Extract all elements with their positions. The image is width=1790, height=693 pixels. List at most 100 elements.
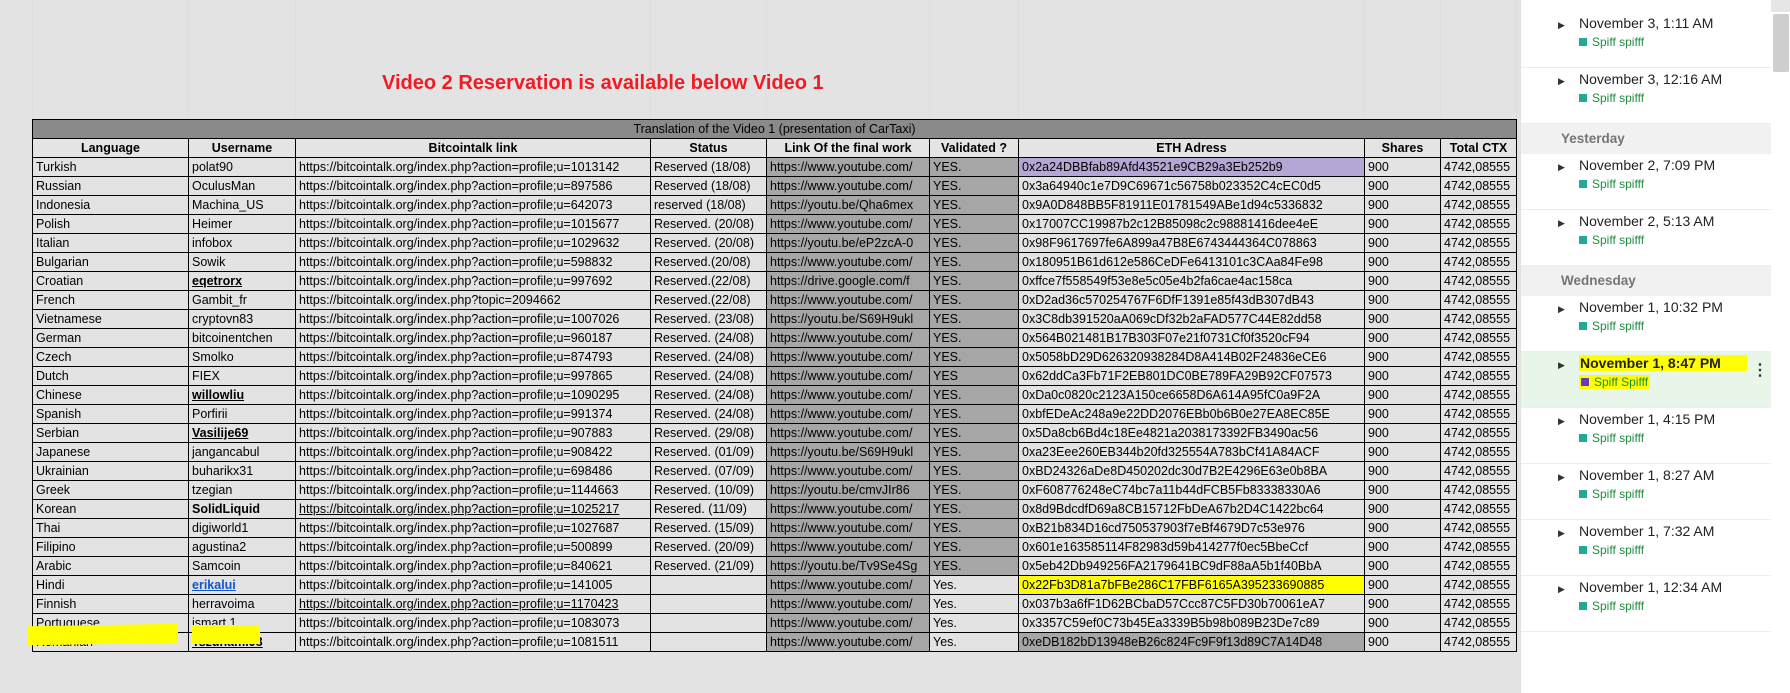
cell-username[interactable]: Porfirii (188, 404, 296, 424)
history-entry[interactable]: ▶ November 3, 1:11 AM Spiff spifff (1521, 12, 1771, 68)
header-final-link[interactable]: Link Of the final work (766, 138, 930, 158)
cell-status[interactable]: Reserved. (23/08) (650, 309, 767, 329)
cell-shares[interactable]: 900 (1364, 499, 1441, 519)
triangle-right-icon[interactable]: ▶ (1558, 528, 1565, 539)
cell-validated[interactable]: YES. (929, 518, 1019, 538)
history-entry[interactable]: ▶ November 3, 12:16 AM Spiff spifff (1521, 68, 1771, 124)
cell-username[interactable]: Gambit_fr (188, 290, 296, 310)
cell-bitcointalk-link[interactable]: https://bitcointalk.org/index.php?action… (295, 499, 651, 519)
triangle-right-icon[interactable]: ▶ (1558, 20, 1565, 31)
cell-username[interactable]: Machina_US (188, 195, 296, 215)
cell-language[interactable]: Czech (32, 347, 189, 367)
cell-validated[interactable]: YES. (929, 195, 1019, 215)
cell-total-ctx[interactable]: 4742,08555 (1440, 290, 1517, 310)
cell-bitcointalk-link[interactable]: https://bitcointalk.org/index.php?action… (295, 385, 651, 405)
cell-status[interactable]: reserved (18/08) (650, 195, 767, 215)
cell-status[interactable]: Reserved (18/08) (650, 157, 767, 177)
triangle-right-icon[interactable]: ▶ (1558, 304, 1565, 315)
cell-total-ctx[interactable]: 4742,08555 (1440, 594, 1517, 614)
cell-shares[interactable]: 900 (1364, 480, 1441, 500)
cell-final-link[interactable]: https://www.youtube.com/ (766, 613, 930, 633)
cell-total-ctx[interactable]: 4742,08555 (1440, 252, 1517, 272)
cell-eth-address[interactable]: 0x180951B61d612e586CeDFe6413101c3CAa84Fe… (1018, 252, 1365, 272)
cell-total-ctx[interactable]: 4742,08555 (1440, 309, 1517, 329)
cell-language[interactable]: Japanese (32, 442, 189, 462)
cell-shares[interactable]: 900 (1364, 404, 1441, 424)
cell-language[interactable]: Dutch (32, 366, 189, 386)
cell-eth-address[interactable]: 0x2a24DBBfab89Afd43521e9CB29a3Eb252b9 (1018, 157, 1365, 177)
history-entry[interactable]: ▶ November 1, 8:47 PM Spiff Spifff ⋮ (1521, 352, 1771, 408)
cell-validated[interactable]: YES. (929, 328, 1019, 348)
cell-status[interactable]: Reserved. (20/09) (650, 537, 767, 557)
cell-username[interactable]: digiworld1 (188, 518, 296, 538)
cell-final-link[interactable]: https://youtu.be/cmvJIr86 (766, 480, 930, 500)
cell-final-link[interactable]: https://www.youtube.com/ (766, 385, 930, 405)
cell-username[interactable]: jangancabul (188, 442, 296, 462)
cell-final-link[interactable]: https://www.youtube.com/ (766, 518, 930, 538)
cell-eth-address[interactable]: 0xbfEDeAc248a9e22DD2076EBb0b6B0e27EA8EC8… (1018, 404, 1365, 424)
cell-status[interactable]: Resered. (11/09) (650, 499, 767, 519)
cell-final-link[interactable]: https://www.youtube.com/ (766, 252, 930, 272)
triangle-right-icon[interactable]: ▶ (1558, 360, 1565, 371)
cell-language[interactable]: Ukrainian (32, 461, 189, 481)
header-username[interactable]: Username (188, 138, 296, 158)
cell-shares[interactable]: 900 (1364, 157, 1441, 177)
cell-final-link[interactable]: https://www.youtube.com/ (766, 328, 930, 348)
cell-eth-address[interactable]: 0x9A0D848BB5F81911E01781549ABe1d94c53368… (1018, 195, 1365, 215)
cell-eth-address[interactable]: 0xDa0c0820c2123A150ce6658D6A614A95fC0a9F… (1018, 385, 1365, 405)
cell-total-ctx[interactable]: 4742,08555 (1440, 556, 1517, 576)
triangle-right-icon[interactable]: ▶ (1558, 584, 1565, 595)
cell-language[interactable]: Thai (32, 518, 189, 538)
spreadsheet-area[interactable]: Video 2 Reservation is available below V… (0, 0, 1520, 693)
cell-validated[interactable]: Yes. (929, 594, 1019, 614)
cell-eth-address[interactable]: 0x037b3a6fF1D62BCbaD57Ccc87C5FD30b70061e… (1018, 594, 1365, 614)
cell-final-link[interactable]: https://www.youtube.com/ (766, 575, 930, 595)
cell-language[interactable]: German (32, 328, 189, 348)
cell-final-link[interactable]: https://www.youtube.com/ (766, 499, 930, 519)
cell-language[interactable]: Chinese (32, 385, 189, 405)
cell-status[interactable]: Reserved.(22/08) (650, 290, 767, 310)
cell-validated[interactable]: YES. (929, 499, 1019, 519)
cell-username[interactable]: cryptovn83 (188, 309, 296, 329)
cell-language[interactable]: Korean (32, 499, 189, 519)
cell-final-link[interactable]: https://www.youtube.com/ (766, 157, 930, 177)
cell-eth-address[interactable]: 0x5Da8cb6Bd4c18Ee4821a2038173392FB3490ac… (1018, 423, 1365, 443)
cell-validated[interactable]: Yes. (929, 575, 1019, 595)
cell-bitcointalk-link[interactable]: https://bitcointalk.org/index.php?action… (295, 613, 651, 633)
cell-eth-address[interactable]: 0x601e163585114F82983d59b414277f0ec5BbeC… (1018, 537, 1365, 557)
triangle-right-icon[interactable]: ▶ (1558, 472, 1565, 483)
cell-bitcointalk-link[interactable]: https://bitcointalk.org/index.php?action… (295, 328, 651, 348)
cell-final-link[interactable]: https://youtu.be/Qha6mex (766, 195, 930, 215)
cell-shares[interactable]: 900 (1364, 423, 1441, 443)
cell-language[interactable]: French (32, 290, 189, 310)
cell-shares[interactable]: 900 (1364, 385, 1441, 405)
cell-language[interactable]: Polish (32, 214, 189, 234)
cell-eth-address[interactable]: 0xB21b834D16cd750537903f7eBf4679D7c53e97… (1018, 518, 1365, 538)
cell-status[interactable]: Reserved. (15/09) (650, 518, 767, 538)
cell-language[interactable]: Vietnamese (32, 309, 189, 329)
cell-status[interactable]: Reserved. (21/09) (650, 556, 767, 576)
cell-username[interactable]: agustina2 (188, 537, 296, 557)
cell-final-link[interactable]: https://www.youtube.com/ (766, 537, 930, 557)
cell-language[interactable]: Bulgarian (32, 252, 189, 272)
cell-shares[interactable]: 900 (1364, 233, 1441, 253)
cell-shares[interactable]: 900 (1364, 328, 1441, 348)
cell-validated[interactable]: YES. (929, 537, 1019, 557)
cell-language[interactable]: Turkish (32, 157, 189, 177)
triangle-right-icon[interactable]: ▶ (1558, 162, 1565, 173)
cell-total-ctx[interactable]: 4742,08555 (1440, 328, 1517, 348)
header-shares[interactable]: Shares (1364, 138, 1441, 158)
cell-eth-address[interactable]: 0x564B021481B17B303F07e21f0731Cf0f3520cF… (1018, 328, 1365, 348)
cell-username[interactable]: Sowik (188, 252, 296, 272)
triangle-right-icon[interactable]: ▶ (1558, 416, 1565, 427)
cell-bitcointalk-link[interactable]: https://bitcointalk.org/index.php?action… (295, 176, 651, 196)
cell-language[interactable]: Serbian (32, 423, 189, 443)
cell-status[interactable] (650, 632, 767, 652)
cell-validated[interactable]: YES. (929, 404, 1019, 424)
cell-status[interactable] (650, 613, 767, 633)
cell-eth-address[interactable]: 0xffce7f558549f53e8e5c05e4b2fa6cae4ac158… (1018, 271, 1365, 291)
cell-bitcointalk-link[interactable]: https://bitcointalk.org/index.php?action… (295, 556, 651, 576)
cell-validated[interactable]: YES. (929, 556, 1019, 576)
cell-total-ctx[interactable]: 4742,08555 (1440, 195, 1517, 215)
cell-validated[interactable]: YES. (929, 271, 1019, 291)
